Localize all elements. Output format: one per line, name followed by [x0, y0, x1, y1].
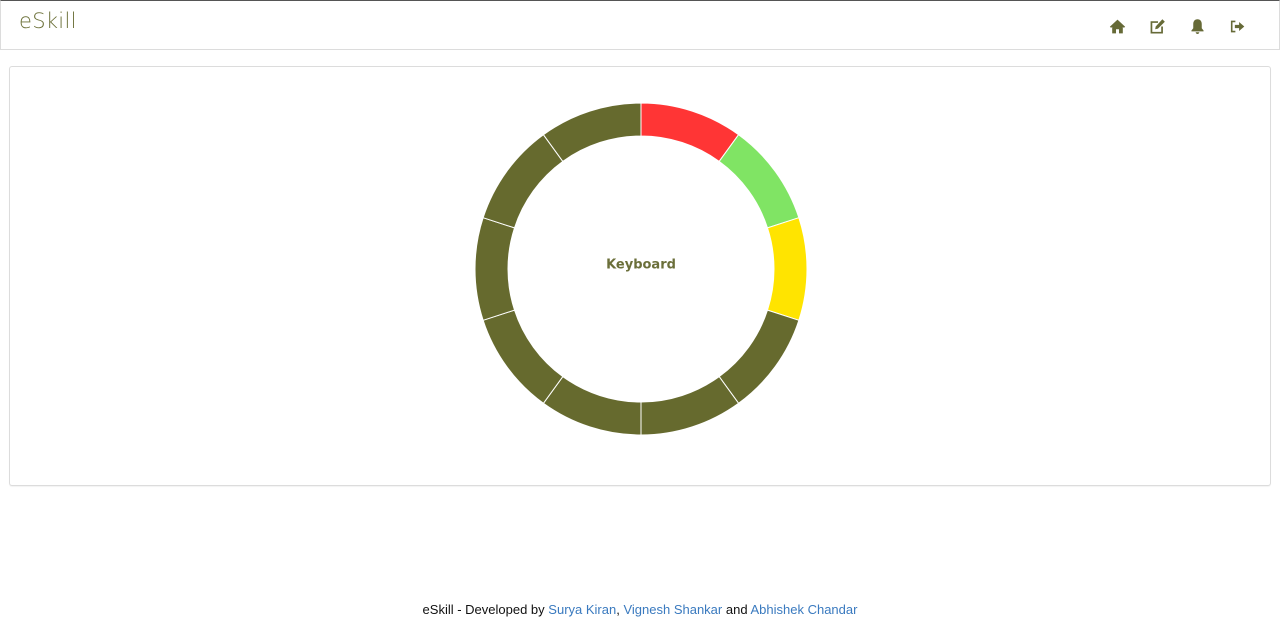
wheel-segment-5[interactable] [640, 375, 740, 436]
skill-wheel: Keyboard [474, 102, 808, 436]
wheel-segment-1[interactable] [640, 102, 740, 163]
wheel-segment-3[interactable] [766, 217, 808, 321]
author-link-abhishek[interactable]: Abhishek Chandar [750, 602, 857, 617]
footer: eSkill - Developed by Surya Kiran, Vigne… [0, 602, 1280, 617]
wheel-segment-8[interactable] [474, 217, 516, 321]
sign-out-icon[interactable] [1217, 16, 1257, 36]
wheel-segment-2[interactable] [718, 134, 800, 229]
bell-icon[interactable] [1177, 16, 1217, 36]
wheel-segment-4[interactable] [718, 309, 800, 404]
wheel-segment-6[interactable] [542, 375, 642, 436]
brand-logo[interactable]: eSkill [19, 9, 77, 33]
wheel-segment-10[interactable] [542, 102, 642, 163]
wheel-segment-9[interactable] [482, 134, 564, 229]
footer-prefix: eSkill - Developed by [422, 602, 545, 617]
footer-separator: , [616, 602, 620, 617]
home-icon[interactable] [1097, 16, 1137, 36]
skill-panel: Keyboard [9, 66, 1271, 486]
wheel-segment-7[interactable] [482, 309, 564, 404]
footer-and: and [725, 602, 748, 617]
author-link-vignesh[interactable]: Vignesh Shankar [623, 602, 722, 617]
navbar: eSkill [0, 0, 1280, 50]
author-link-surya[interactable]: Surya Kiran [548, 602, 616, 617]
nav-icons [1097, 16, 1257, 36]
wheel-center-label: Keyboard [606, 258, 676, 273]
edit-icon[interactable] [1137, 16, 1177, 36]
